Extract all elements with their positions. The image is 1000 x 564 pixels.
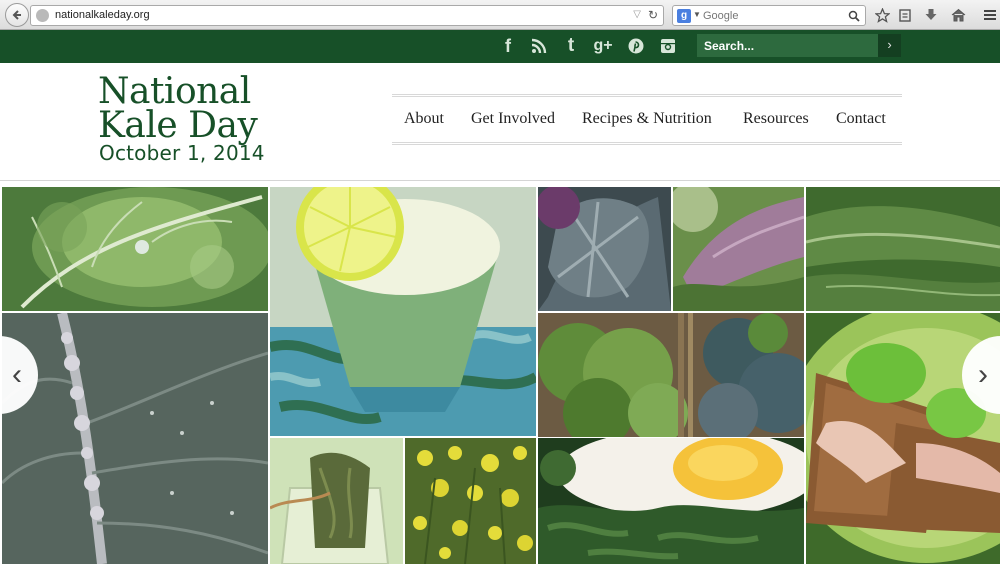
- facebook-icon[interactable]: f: [500, 36, 516, 56]
- search-submit-button[interactable]: ›: [878, 34, 901, 57]
- logo-date: October 1, 2014: [99, 141, 265, 165]
- social-bar: f t g+ ›: [0, 30, 1000, 63]
- nav-get-involved[interactable]: Get Involved: [471, 110, 555, 128]
- bookmark-star-icon[interactable]: [874, 7, 890, 23]
- rss-icon[interactable]: [530, 37, 548, 55]
- browser-search-placeholder: Google: [703, 10, 739, 22]
- browser-toolbar: nationalkaleday.org ▽ ↻ g ▼ Google: [0, 0, 1000, 30]
- reload-icon[interactable]: ↻: [648, 8, 658, 22]
- photo-egg-kale[interactable]: [538, 438, 804, 564]
- photo-red-kale[interactable]: [673, 187, 804, 311]
- url-bar[interactable]: nationalkaleday.org ▽ ↻: [30, 5, 664, 26]
- url-text: nationalkaleday.org: [55, 9, 150, 21]
- main-nav: About Get Involved Recipes & Nutrition R…: [392, 94, 902, 145]
- logo-line-2: Kale Day: [98, 105, 258, 146]
- nav-resources[interactable]: Resources: [743, 110, 809, 128]
- site-search-input[interactable]: [697, 34, 878, 57]
- globe-icon: [36, 9, 49, 22]
- chevron-down-icon[interactable]: ▼: [693, 10, 701, 19]
- site-search-box: ›: [697, 34, 901, 57]
- photo-leaf-droplets[interactable]: [2, 313, 268, 564]
- photo-purple-kale[interactable]: [538, 187, 671, 311]
- back-arrow-icon: [12, 10, 21, 20]
- chevron-right-icon: ›: [978, 358, 988, 391]
- home-icon[interactable]: [950, 7, 966, 23]
- chevron-left-icon: ‹: [12, 358, 22, 391]
- photo-kale-smoothie[interactable]: [270, 187, 536, 436]
- photo-collage: ‹ ›: [0, 186, 1000, 564]
- photo-lacinato-kale[interactable]: [806, 187, 1000, 311]
- twitter-icon[interactable]: t: [563, 35, 579, 56]
- photo-kale-crates[interactable]: [538, 313, 804, 437]
- download-icon[interactable]: [923, 7, 939, 23]
- instagram-icon[interactable]: [659, 37, 676, 55]
- google-plus-icon[interactable]: g+: [592, 37, 614, 55]
- google-logo-icon[interactable]: g: [677, 9, 691, 23]
- search-icon[interactable]: [848, 9, 860, 27]
- menu-icon[interactable]: [982, 7, 998, 23]
- back-button[interactable]: [5, 3, 29, 27]
- nav-recipes-nutrition[interactable]: Recipes & Nutrition: [582, 110, 712, 128]
- bookmarks-list-icon[interactable]: [897, 7, 913, 23]
- photo-kale-chips-jar[interactable]: [270, 438, 403, 564]
- nav-contact[interactable]: Contact: [836, 110, 886, 128]
- browser-search-bar[interactable]: g ▼ Google: [672, 5, 866, 26]
- photo-kale-flowers[interactable]: [405, 438, 536, 564]
- url-dropdown-icon[interactable]: ▽: [633, 9, 641, 20]
- pinterest-icon[interactable]: [627, 37, 644, 55]
- nav-about[interactable]: About: [404, 110, 444, 128]
- site-header: National Kale Day October 1, 2014 About …: [0, 63, 1000, 181]
- photo-curly-kale[interactable]: [2, 187, 268, 311]
